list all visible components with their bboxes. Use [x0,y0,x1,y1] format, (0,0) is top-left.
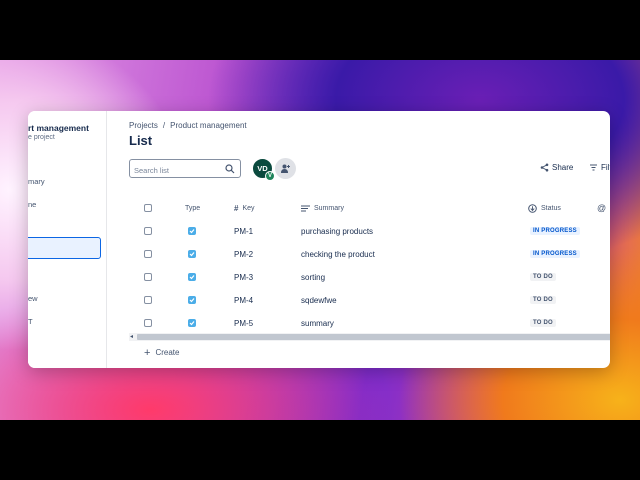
letterbox-top [0,0,640,60]
row-checkbox[interactable] [144,319,152,327]
search-icon [225,164,235,174]
issue-key[interactable]: PM-4 [234,289,253,311]
add-people-button[interactable] [275,158,296,179]
task-checkbox-icon [188,296,196,304]
project-sidebar: rt management e project mary ne ew T [28,111,107,368]
hash-icon: # [234,203,239,213]
header-summary[interactable]: Summary [314,205,344,212]
issue-key[interactable]: PM-3 [234,266,253,288]
status-icon [528,203,537,213]
table-row[interactable]: PM-1 purchasing products IN PROGRESS [129,220,610,242]
sidebar-item-t[interactable]: T [28,317,33,326]
row-checkbox[interactable] [144,227,152,235]
sidebar-item-timeline[interactable]: ne [28,200,36,209]
breadcrumb-separator: / [162,121,166,130]
project-title[interactable]: rt management [28,123,89,133]
task-checkbox-icon [188,250,196,258]
search-input[interactable] [130,162,220,179]
project-subtitle: e project [28,134,55,141]
issue-summary[interactable]: purchasing products [301,220,373,242]
create-label: Create [155,348,180,357]
task-checkbox-icon [188,227,196,235]
create-button[interactable]: + Create [144,346,180,359]
filter-icon [590,164,597,171]
scrollbar-thumb[interactable] [137,334,610,340]
summary-lines-icon [301,205,310,211]
mention-icon: @ [597,203,607,213]
share-icon [540,163,549,172]
issue-summary[interactable]: sorting [301,266,325,288]
breadcrumb: Projects / Product management [129,121,247,130]
share-button[interactable]: Share [540,163,573,172]
plus-icon: + [144,346,151,359]
status-badge[interactable]: IN PROGRESS [530,250,580,258]
table-header: Type # Key Summary Status @ [129,198,610,218]
sidebar-item-summary[interactable]: mary [28,177,45,186]
sidebar-item-view[interactable]: ew [28,294,38,303]
issue-key[interactable]: PM-2 [234,243,253,265]
main-content: Projects/Product management List VD V [108,111,610,368]
status-badge[interactable]: IN PROGRESS [530,227,580,235]
task-checkbox-icon [188,273,196,281]
filter-label: Filt [601,163,610,172]
row-checkbox[interactable] [144,250,152,258]
row-checkbox[interactable] [144,273,152,281]
status-badge[interactable]: TO DO [530,296,556,304]
table-row[interactable]: PM-3 sorting TO DO [129,266,610,288]
page-title: List [129,133,153,148]
issue-key[interactable]: PM-1 [234,220,253,242]
table-row[interactable]: PM-5 summary TO DO [129,312,610,334]
scroll-left-arrow-icon[interactable]: ◂ [130,333,133,340]
breadcrumb-projects[interactable]: Projects [129,121,158,130]
issue-summary[interactable]: checking the product [301,243,375,265]
filter-button[interactable]: Filt [589,163,610,172]
app-window: rt management e project mary ne ew T Pro… [28,111,610,368]
select-all-checkbox[interactable] [144,204,152,212]
sidebar-item-list-active[interactable] [28,237,101,259]
header-type[interactable]: Type [185,198,200,218]
share-label: Share [552,163,574,172]
issue-summary[interactable]: summary [301,312,334,334]
table-row[interactable]: PM-4 sqdewfwe TO DO [129,289,610,311]
status-badge[interactable]: TO DO [530,319,556,327]
header-key[interactable]: Key [242,205,254,212]
horizontal-scrollbar[interactable]: ◂ [129,333,610,341]
letterbox-bottom [0,420,640,480]
table-row[interactable]: PM-2 checking the product IN PROGRESS [129,243,610,265]
search-box[interactable] [129,159,241,179]
add-people-icon [281,164,290,173]
row-checkbox[interactable] [144,296,152,304]
avatar-badge: V [265,171,275,181]
task-checkbox-icon [188,319,196,327]
status-badge[interactable]: TO DO [530,273,556,281]
issue-key[interactable]: PM-5 [234,312,253,334]
issue-summary[interactable]: sqdewfwe [301,289,337,311]
breadcrumb-product-management[interactable]: Product management [170,121,247,130]
header-status[interactable]: Status [541,205,561,212]
